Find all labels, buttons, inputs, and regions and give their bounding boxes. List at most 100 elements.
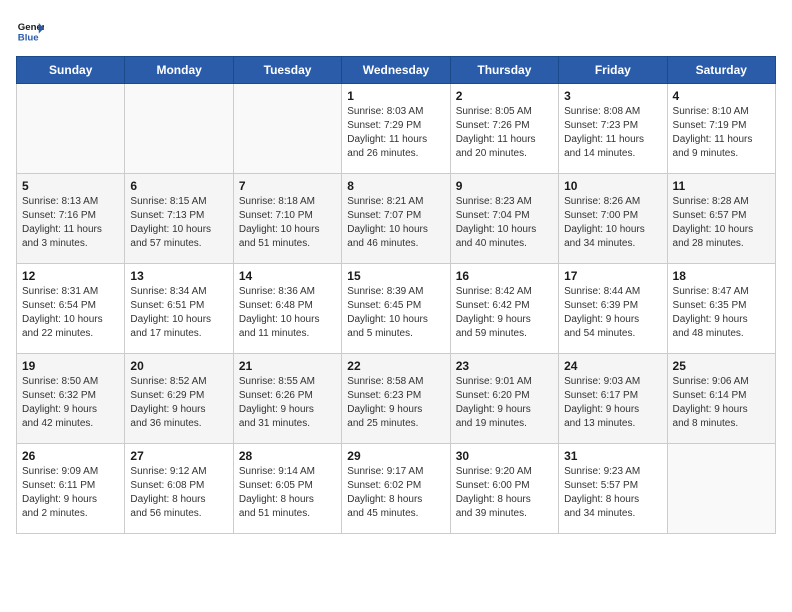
day-number: 31 [564, 449, 661, 463]
calendar-cell: 13 Sunrise: 8:34 AM Sunset: 6:51 PM Dayli… [125, 264, 233, 354]
day-number: 22 [347, 359, 444, 373]
day-info: Sunrise: 8:31 AM Sunset: 6:54 PM Dayligh… [22, 285, 119, 341]
day-number: 29 [347, 449, 444, 463]
day-number: 26 [22, 449, 119, 463]
day-number: 30 [456, 449, 553, 463]
day-header-saturday: Saturday [667, 57, 775, 84]
logo: General Blue [16, 16, 44, 44]
day-header-thursday: Thursday [450, 57, 558, 84]
day-number: 13 [130, 269, 227, 283]
day-header-friday: Friday [559, 57, 667, 84]
calendar-cell: 27 Sunrise: 9:12 AM Sunset: 6:08 PM Dayli… [125, 444, 233, 534]
day-number: 20 [130, 359, 227, 373]
day-info: Sunrise: 8:55 AM Sunset: 6:26 PM Dayligh… [239, 375, 336, 431]
week-row-3: 12 Sunrise: 8:31 AM Sunset: 6:54 PM Dayli… [17, 264, 776, 354]
calendar-cell: 6 Sunrise: 8:15 AM Sunset: 7:13 PM Daylig… [125, 174, 233, 264]
day-number: 8 [347, 179, 444, 193]
day-number: 14 [239, 269, 336, 283]
calendar-cell: 19 Sunrise: 8:50 AM Sunset: 6:32 PM Dayli… [17, 354, 125, 444]
calendar-cell: 31 Sunrise: 9:23 AM Sunset: 5:57 PM Dayli… [559, 444, 667, 534]
day-number: 12 [22, 269, 119, 283]
calendar-cell: 8 Sunrise: 8:21 AM Sunset: 7:07 PM Daylig… [342, 174, 450, 264]
day-number: 28 [239, 449, 336, 463]
calendar-cell: 22 Sunrise: 8:58 AM Sunset: 6:23 PM Dayli… [342, 354, 450, 444]
calendar-cell [667, 444, 775, 534]
day-info: Sunrise: 9:06 AM Sunset: 6:14 PM Dayligh… [673, 375, 770, 431]
day-number: 11 [673, 179, 770, 193]
day-number: 2 [456, 89, 553, 103]
calendar-cell: 1Sunrise: 8:03 AM Sunset: 7:29 PM Daylig… [342, 84, 450, 174]
day-number: 25 [673, 359, 770, 373]
day-info: Sunrise: 9:09 AM Sunset: 6:11 PM Dayligh… [22, 465, 119, 521]
day-info: Sunrise: 9:23 AM Sunset: 5:57 PM Dayligh… [564, 465, 661, 521]
calendar-cell: 3 Sunrise: 8:08 AM Sunset: 7:23 PM Daylig… [559, 84, 667, 174]
day-info: Sunrise: 9:01 AM Sunset: 6:20 PM Dayligh… [456, 375, 553, 431]
calendar-cell [125, 84, 233, 174]
day-info: Sunrise: 8:47 AM Sunset: 6:35 PM Dayligh… [673, 285, 770, 341]
day-info: Sunrise: 8:21 AM Sunset: 7:07 PM Dayligh… [347, 195, 444, 251]
day-info: Sunrise: 8:13 AM Sunset: 7:16 PM Dayligh… [22, 195, 119, 251]
day-number: 4 [673, 89, 770, 103]
calendar-cell: 24 Sunrise: 9:03 AM Sunset: 6:17 PM Dayli… [559, 354, 667, 444]
day-info: Sunrise: 8:15 AM Sunset: 7:13 PM Dayligh… [130, 195, 227, 251]
calendar-cell: 4 Sunrise: 8:10 AM Sunset: 7:19 PM Daylig… [667, 84, 775, 174]
calendar-cell: 7Sunrise: 8:18 AM Sunset: 7:10 PM Daylig… [233, 174, 341, 264]
week-row-2: 5 Sunrise: 8:13 AM Sunset: 7:16 PM Daylig… [17, 174, 776, 264]
calendar-cell: 12 Sunrise: 8:31 AM Sunset: 6:54 PM Dayli… [17, 264, 125, 354]
calendar-cell: 11 Sunrise: 8:28 AM Sunset: 6:57 PM Dayli… [667, 174, 775, 264]
day-number: 3 [564, 89, 661, 103]
day-info: Sunrise: 8:03 AM Sunset: 7:29 PM Dayligh… [347, 105, 444, 161]
day-info: Sunrise: 8:42 AM Sunset: 6:42 PM Dayligh… [456, 285, 553, 341]
calendar-table: SundayMondayTuesdayWednesdayThursdayFrid… [16, 56, 776, 534]
day-header-sunday: Sunday [17, 57, 125, 84]
day-info: Sunrise: 8:18 AM Sunset: 7:10 PM Dayligh… [239, 195, 336, 251]
day-number: 24 [564, 359, 661, 373]
calendar-cell: 5 Sunrise: 8:13 AM Sunset: 7:16 PM Daylig… [17, 174, 125, 264]
calendar-cell: 21 Sunrise: 8:55 AM Sunset: 6:26 PM Dayli… [233, 354, 341, 444]
calendar-cell: 26 Sunrise: 9:09 AM Sunset: 6:11 PM Dayli… [17, 444, 125, 534]
calendar-cell: 25 Sunrise: 9:06 AM Sunset: 6:14 PM Dayli… [667, 354, 775, 444]
calendar-cell [233, 84, 341, 174]
calendar-cell: 20 Sunrise: 8:52 AM Sunset: 6:29 PM Dayli… [125, 354, 233, 444]
week-row-4: 19 Sunrise: 8:50 AM Sunset: 6:32 PM Dayli… [17, 354, 776, 444]
day-info: Sunrise: 9:03 AM Sunset: 6:17 PM Dayligh… [564, 375, 661, 431]
calendar-cell [17, 84, 125, 174]
day-number: 21 [239, 359, 336, 373]
day-number: 10 [564, 179, 661, 193]
day-info: Sunrise: 8:34 AM Sunset: 6:51 PM Dayligh… [130, 285, 227, 341]
day-info: Sunrise: 8:26 AM Sunset: 7:00 PM Dayligh… [564, 195, 661, 251]
calendar-cell: 23Sunrise: 9:01 AM Sunset: 6:20 PM Dayli… [450, 354, 558, 444]
day-header-row: SundayMondayTuesdayWednesdayThursdayFrid… [17, 57, 776, 84]
day-number: 16 [456, 269, 553, 283]
day-number: 5 [22, 179, 119, 193]
day-number: 19 [22, 359, 119, 373]
day-info: Sunrise: 9:12 AM Sunset: 6:08 PM Dayligh… [130, 465, 227, 521]
day-number: 15 [347, 269, 444, 283]
day-info: Sunrise: 8:10 AM Sunset: 7:19 PM Dayligh… [673, 105, 770, 161]
day-info: Sunrise: 8:58 AM Sunset: 6:23 PM Dayligh… [347, 375, 444, 431]
calendar-cell: 18Sunrise: 8:47 AM Sunset: 6:35 PM Dayli… [667, 264, 775, 354]
svg-text:Blue: Blue [18, 33, 39, 44]
week-row-5: 26 Sunrise: 9:09 AM Sunset: 6:11 PM Dayli… [17, 444, 776, 534]
day-info: Sunrise: 8:39 AM Sunset: 6:45 PM Dayligh… [347, 285, 444, 341]
day-info: Sunrise: 8:28 AM Sunset: 6:57 PM Dayligh… [673, 195, 770, 251]
day-info: Sunrise: 8:08 AM Sunset: 7:23 PM Dayligh… [564, 105, 661, 161]
day-info: Sunrise: 8:50 AM Sunset: 6:32 PM Dayligh… [22, 375, 119, 431]
calendar-cell: 17Sunrise: 8:44 AM Sunset: 6:39 PM Dayli… [559, 264, 667, 354]
day-info: Sunrise: 9:20 AM Sunset: 6:00 PM Dayligh… [456, 465, 553, 521]
day-info: Sunrise: 8:23 AM Sunset: 7:04 PM Dayligh… [456, 195, 553, 251]
day-number: 6 [130, 179, 227, 193]
calendar-cell: 29 Sunrise: 9:17 AM Sunset: 6:02 PM Dayli… [342, 444, 450, 534]
day-info: Sunrise: 8:52 AM Sunset: 6:29 PM Dayligh… [130, 375, 227, 431]
day-header-monday: Monday [125, 57, 233, 84]
day-info: Sunrise: 9:17 AM Sunset: 6:02 PM Dayligh… [347, 465, 444, 521]
calendar-cell: 28Sunrise: 9:14 AM Sunset: 6:05 PM Dayli… [233, 444, 341, 534]
day-header-wednesday: Wednesday [342, 57, 450, 84]
calendar-cell: 15 Sunrise: 8:39 AM Sunset: 6:45 PM Dayli… [342, 264, 450, 354]
calendar-cell: 2Sunrise: 8:05 AM Sunset: 7:26 PM Daylig… [450, 84, 558, 174]
calendar-cell: 10 Sunrise: 8:26 AM Sunset: 7:00 PM Dayli… [559, 174, 667, 264]
day-info: Sunrise: 8:44 AM Sunset: 6:39 PM Dayligh… [564, 285, 661, 341]
day-number: 27 [130, 449, 227, 463]
header: General Blue [16, 16, 776, 44]
calendar-cell: 30 Sunrise: 9:20 AM Sunset: 6:00 PM Dayli… [450, 444, 558, 534]
